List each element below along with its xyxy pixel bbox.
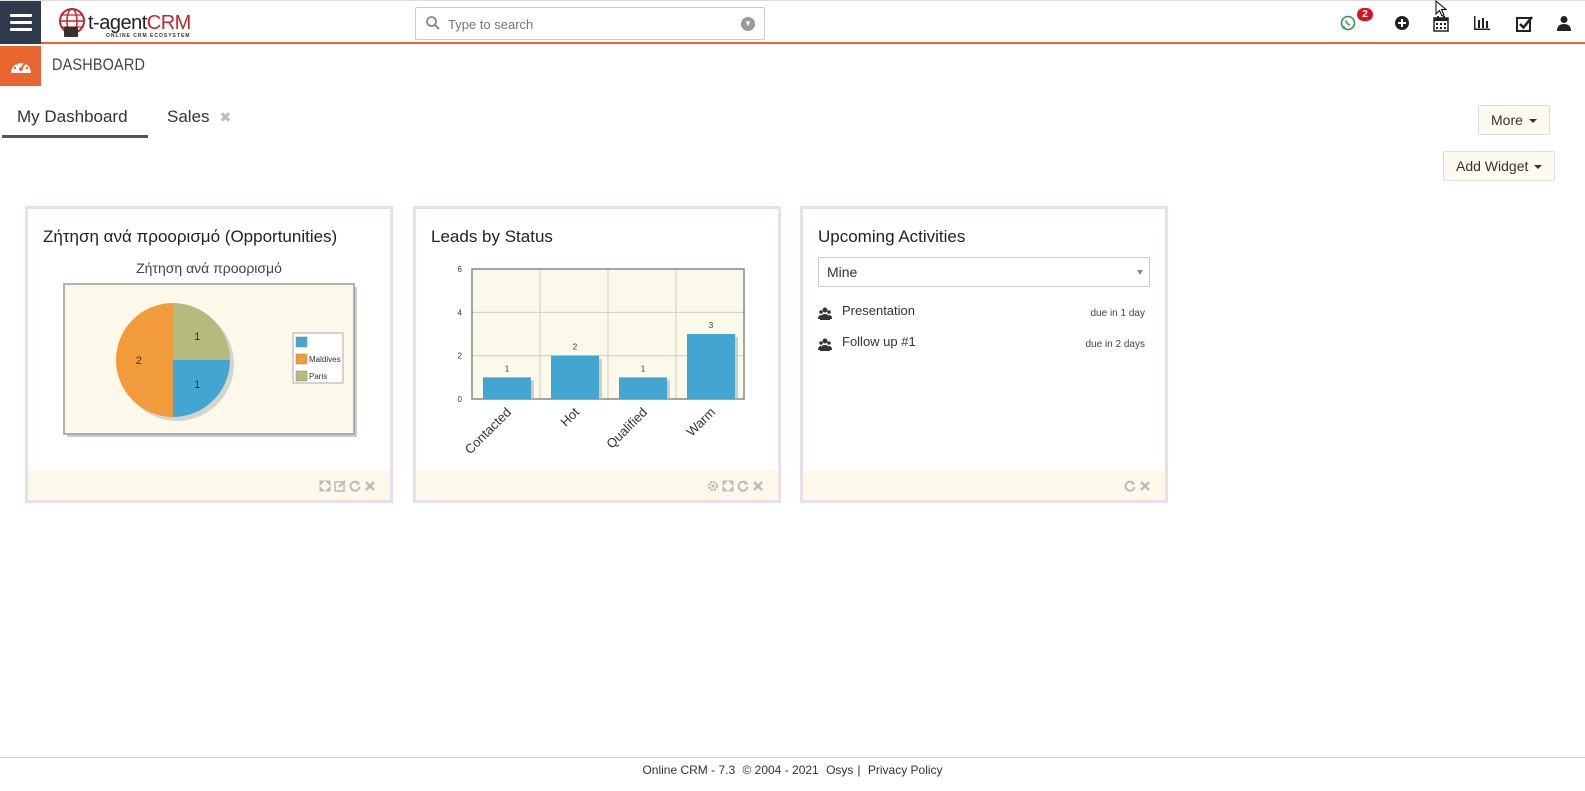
activity-due: due in 2 days bbox=[1085, 339, 1146, 350]
whatsapp-icon[interactable] bbox=[1340, 13, 1356, 33]
select-value: Mine bbox=[827, 264, 858, 280]
bar bbox=[619, 377, 667, 399]
x-tick-label: Contacted bbox=[462, 405, 515, 458]
caret-down-icon bbox=[1528, 119, 1537, 124]
bar-data-label: 1 bbox=[641, 364, 646, 373]
pie-chart[interactable]: 1 2 1 Maldives Paris bbox=[63, 283, 359, 439]
tab-sales[interactable]: Sales ✖ bbox=[152, 97, 246, 138]
tab-label: Sales bbox=[167, 107, 210, 126]
bar bbox=[687, 334, 735, 399]
page-title: DASHBOARD bbox=[52, 55, 146, 74]
bar-chart-icon[interactable] bbox=[1473, 13, 1491, 33]
bar-data-label: 2 bbox=[573, 343, 578, 352]
more-button-label: More bbox=[1491, 112, 1523, 128]
activity-filter-select[interactable]: Mine bbox=[818, 257, 1150, 287]
close-icon[interactable]: ✖ bbox=[220, 109, 232, 125]
pie-slice-label: 1 bbox=[194, 379, 200, 391]
widget-destination-demand: Ζήτηση ανά προορισμό (Opportunities) Ζήτ… bbox=[25, 206, 393, 503]
activity-due: due in 1 day bbox=[1090, 308, 1146, 319]
y-tick-label: 0 bbox=[458, 395, 463, 404]
add-widget-button[interactable]: Add Widget bbox=[1443, 151, 1556, 181]
x-tick-label: Qualified bbox=[603, 405, 650, 452]
legend-swatch bbox=[295, 336, 308, 348]
bar bbox=[483, 377, 531, 399]
x-tick-label: Hot bbox=[557, 404, 582, 429]
footer-copyright: © 2004 - 2021 bbox=[742, 763, 819, 777]
top-bar: t-agentCRM ONLINE CRM ECOSYSTEM ▼ 2 bbox=[0, 0, 1585, 44]
user-icon[interactable] bbox=[1557, 13, 1571, 33]
edit-icon[interactable] bbox=[334, 480, 346, 492]
page-footer: Online CRM - 7.3 © 2004 - 2021 Osys | Pri… bbox=[0, 757, 1585, 791]
more-button[interactable]: More bbox=[1478, 105, 1550, 135]
list-item[interactable]: Presentation due in 1 day bbox=[818, 303, 1150, 325]
pie-slice-label: 2 bbox=[136, 355, 142, 367]
legend-swatch bbox=[295, 353, 308, 365]
plus-circle-icon[interactable] bbox=[1394, 13, 1410, 33]
module-header: DASHBOARD bbox=[0, 46, 1585, 86]
app-logo[interactable]: t-agentCRM ONLINE CRM ECOSYSTEM bbox=[58, 6, 191, 40]
widget-footer bbox=[28, 470, 390, 500]
group-icon bbox=[818, 307, 832, 320]
fullscreen-icon[interactable] bbox=[722, 480, 734, 492]
search-input[interactable] bbox=[446, 12, 740, 37]
chart-title: Ζήτηση ανά προορισμό bbox=[136, 260, 282, 276]
caret-down-icon bbox=[1534, 165, 1543, 170]
close-icon[interactable] bbox=[1139, 480, 1151, 492]
refresh-icon[interactable] bbox=[349, 480, 361, 492]
y-tick-label: 6 bbox=[458, 265, 463, 274]
checkbox-icon[interactable] bbox=[1516, 13, 1534, 33]
widget-title: Upcoming Activities bbox=[818, 227, 966, 246]
search-icon bbox=[426, 16, 440, 30]
tab-label: My Dashboard bbox=[17, 107, 128, 126]
logo-subtitle: ONLINE CRM ECOSYSTEM bbox=[106, 33, 191, 39]
y-tick-label: 4 bbox=[458, 308, 463, 317]
x-tick-label: Warm bbox=[683, 405, 718, 440]
activity-name[interactable]: Follow up #1 bbox=[842, 334, 916, 349]
list-item[interactable]: Follow up #1 due in 2 days bbox=[818, 334, 1150, 356]
bar bbox=[551, 355, 599, 399]
close-icon[interactable] bbox=[364, 480, 376, 492]
widget-title: Ζήτηση ανά προορισμό (Opportunities) bbox=[43, 227, 338, 246]
refresh-icon[interactable] bbox=[1124, 480, 1136, 492]
group-icon bbox=[818, 338, 832, 351]
y-tick-label: 2 bbox=[458, 352, 463, 361]
privacy-policy-link[interactable]: Privacy Policy bbox=[868, 763, 943, 777]
search-box[interactable]: ▼ bbox=[415, 7, 765, 40]
widget-footer bbox=[416, 470, 778, 500]
activity-name[interactable]: Presentation bbox=[842, 303, 915, 318]
bar-data-label: 3 bbox=[709, 321, 714, 330]
refresh-icon[interactable] bbox=[737, 480, 749, 492]
fullscreen-icon[interactable] bbox=[319, 480, 331, 492]
close-icon[interactable] bbox=[752, 480, 764, 492]
notification-badge: 2 bbox=[1357, 8, 1373, 21]
widget-leads-by-status: Leads by Status 0 2 4 6 1 Contacted 2 Hot 1 Quali… bbox=[413, 206, 781, 503]
widget-footer bbox=[803, 470, 1165, 500]
gear-icon[interactable] bbox=[707, 480, 719, 492]
globe-logo-icon bbox=[59, 8, 85, 37]
pie-slice-label: 1 bbox=[194, 331, 200, 343]
widget-upcoming-activities: Upcoming Activities Mine Presentation du… bbox=[800, 206, 1168, 503]
chevron-down-icon bbox=[1137, 270, 1143, 275]
widget-title: Leads by Status bbox=[431, 227, 553, 246]
hamburger-menu-icon[interactable] bbox=[0, 1, 41, 44]
logo-text: t-agentCRM bbox=[88, 11, 191, 34]
speedometer-icon[interactable] bbox=[0, 46, 41, 86]
chevron-down-icon[interactable]: ▼ bbox=[741, 17, 755, 31]
bar-data-label: 1 bbox=[505, 364, 510, 373]
legend-label: Paris bbox=[309, 372, 327, 381]
add-widget-button-label: Add Widget bbox=[1456, 158, 1529, 174]
legend-swatch bbox=[295, 370, 308, 382]
footer-company: Osys bbox=[826, 763, 854, 777]
tab-my-dashboard[interactable]: My Dashboard bbox=[2, 97, 148, 138]
legend-label: Maldives bbox=[309, 355, 341, 364]
footer-version: Online CRM - 7.3 bbox=[642, 763, 736, 777]
mouse-cursor-icon bbox=[1435, 0, 1448, 17]
bar-chart[interactable]: 0 2 4 6 1 Contacted 2 Hot 1 Qualified 3 Warm bbox=[444, 257, 784, 467]
footer-separator: | bbox=[857, 763, 861, 777]
